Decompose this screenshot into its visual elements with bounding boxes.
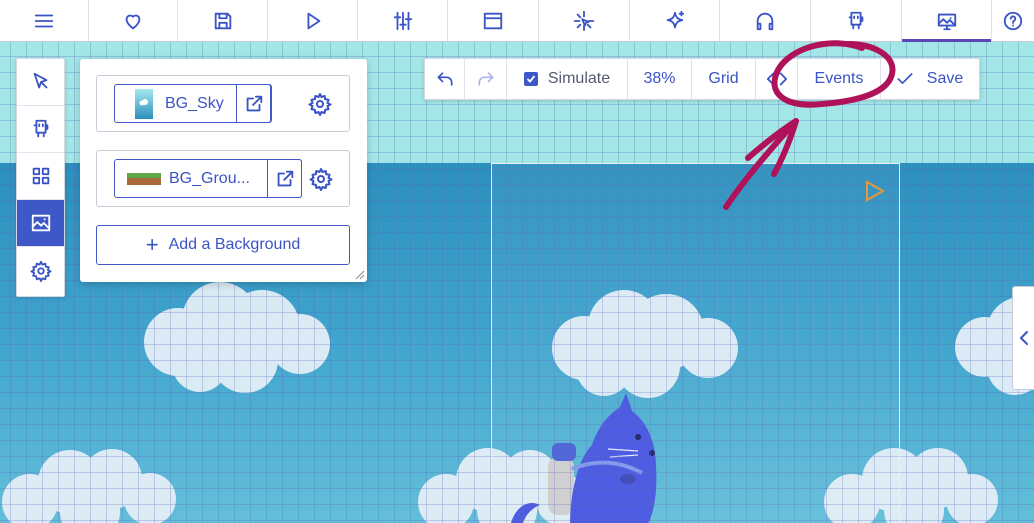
- gear-icon: [29, 260, 52, 282]
- robot-icon: [848, 11, 864, 29]
- background-name: BG_Grou...: [169, 169, 250, 187]
- gear-icon[interactable]: [308, 92, 332, 116]
- headphones-icon: [756, 12, 774, 30]
- backgrounds-panel: BG_Sky BG_Grou... + Add a Background: [80, 59, 367, 282]
- zoom-button[interactable]: 38%: [628, 59, 692, 99]
- simulate-label: Simulate: [547, 70, 611, 87]
- chevron-left-icon: [1020, 331, 1028, 345]
- heart-icon: [125, 14, 141, 29]
- background-item: BG_Grou...: [96, 150, 350, 207]
- gear-icon[interactable]: [309, 167, 333, 191]
- undo-button[interactable]: [425, 59, 465, 99]
- help-button[interactable]: [992, 0, 1034, 41]
- image-icon: [31, 214, 50, 232]
- sparkle-tab[interactable]: [630, 0, 720, 41]
- sound-tab[interactable]: [720, 0, 811, 41]
- left-toolbar: [16, 58, 65, 297]
- grid-icon: [32, 167, 49, 185]
- undo-icon: [437, 72, 452, 86]
- simulate-toggle[interactable]: Simulate: [507, 59, 628, 99]
- resize-handle-icon[interactable]: [355, 270, 365, 280]
- save-label: Save: [926, 70, 964, 87]
- background-name: BG_Sky: [165, 94, 224, 112]
- plus-icon: +: [145, 232, 159, 257]
- select-arrow-icon: [33, 72, 47, 89]
- simulate-checkbox[interactable]: [523, 72, 538, 86]
- check-icon: [897, 73, 913, 84]
- robot-icon: [33, 119, 48, 138]
- favorites-tab[interactable]: [89, 0, 178, 41]
- room-toolbar: Simulate 38% Grid Events Save: [424, 58, 980, 100]
- save-icon: [214, 12, 231, 29]
- sliders-icon: [393, 11, 412, 30]
- side-panel-toggle[interactable]: [1012, 286, 1034, 390]
- window-icon: [483, 12, 503, 29]
- menu-icon: [34, 14, 54, 27]
- save-button[interactable]: Save: [881, 59, 977, 99]
- external-link-icon: [246, 95, 262, 111]
- sky-thumbnail: [135, 88, 153, 119]
- rooms-tab[interactable]: [902, 0, 992, 42]
- add-background-label: Add a Background: [168, 236, 301, 253]
- play-icon: [307, 12, 320, 29]
- help-icon: [1003, 11, 1023, 30]
- sparkle-icon: [666, 10, 684, 28]
- events-button[interactable]: Events: [798, 59, 881, 99]
- ground-thumbnail: [127, 172, 161, 185]
- objects-tab[interactable]: [811, 0, 902, 41]
- background-chip-sky[interactable]: BG_Sky: [114, 84, 272, 123]
- add-background-button[interactable]: + Add a Background: [96, 225, 350, 265]
- window-tab[interactable]: [448, 0, 539, 41]
- select-tool[interactable]: [17, 59, 64, 106]
- room-settings-tool[interactable]: [17, 247, 64, 294]
- open-background-button[interactable]: [236, 84, 271, 123]
- background-item: BG_Sky: [96, 75, 350, 132]
- redo-button[interactable]: [465, 59, 507, 99]
- menu-button[interactable]: [0, 0, 89, 41]
- image-icon: [937, 13, 956, 30]
- check-icon: [526, 75, 536, 83]
- room-bounds: [491, 163, 900, 523]
- objects-tool[interactable]: [17, 106, 64, 153]
- code-icon: [766, 72, 787, 86]
- effects-icon: [573, 10, 595, 31]
- grid-button[interactable]: Grid: [692, 59, 756, 99]
- backgrounds-tool[interactable]: [17, 200, 64, 247]
- play-tab[interactable]: [268, 0, 358, 41]
- open-background-button[interactable]: [267, 159, 302, 198]
- settings-sliders-tab[interactable]: [358, 0, 448, 41]
- tiles-tool[interactable]: [17, 153, 64, 200]
- save-tab[interactable]: [178, 0, 268, 41]
- external-link-icon: [277, 170, 293, 186]
- redo-icon: [478, 72, 493, 86]
- background-chip-ground[interactable]: BG_Grou...: [114, 159, 302, 198]
- code-button[interactable]: [756, 59, 798, 99]
- top-navigation: [0, 0, 1034, 42]
- play-icon[interactable]: [864, 180, 886, 202]
- effects-tab[interactable]: [539, 0, 630, 41]
